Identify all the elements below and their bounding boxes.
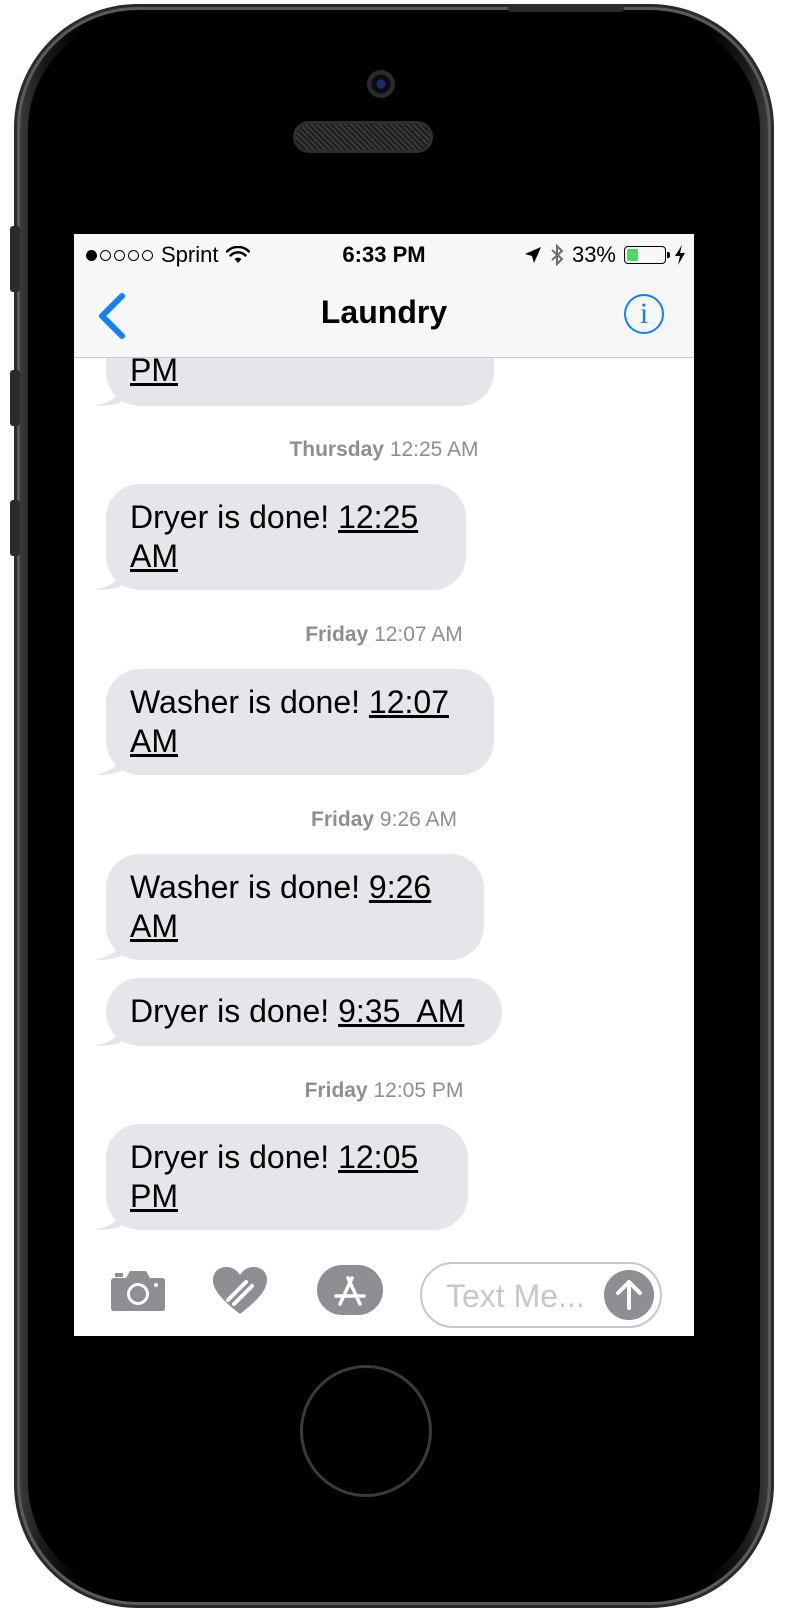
bubble-tail [94,749,124,775]
bubble-tail [94,1020,124,1046]
earpiece-speaker [296,124,430,150]
message-bubble[interactable]: Dryer is done! 9:35 AM [94,978,502,1046]
timestamp: Friday 12:07 AM [305,623,463,646]
bubble-tail [94,934,124,960]
bubble-tail [94,380,124,406]
message-time-link[interactable]: AM [130,538,178,574]
battery-level-fill [627,249,638,261]
front-camera [367,70,395,98]
conversation-title: Laundry [320,294,448,330]
message-input[interactable]: Text Me... [420,1262,662,1328]
mute-switch [10,226,20,292]
timestamp: Thursday 12:25 AM [289,438,479,461]
timestamp: Friday 9:26 AM [311,808,457,831]
app-store-icon[interactable] [316,1264,384,1316]
message-bubble[interactable]: Washer is done! 9:26 AM [94,854,484,960]
message-text: Washer is done! [130,869,369,905]
message-time-link[interactable]: 9:26 [369,869,431,905]
message-list[interactable]: PM Thursday 12:25 AM Dryer is done! 12:2… [74,358,694,1234]
message-bubble[interactable]: Dryer is done! 12:25 AM [94,484,466,590]
message-time-link[interactable]: 12:05 [338,1139,418,1175]
timestamp: Friday 12:05 PM [304,1079,464,1102]
message-text: Dryer is done! [130,1139,339,1175]
heart-hands-icon[interactable] [212,1266,268,1316]
info-icon[interactable]: i [624,294,664,334]
message-bubble[interactable]: Washer is done! 12:07 AM [94,669,494,775]
message-time-link[interactable]: 12:07 [369,684,449,720]
location-arrow-icon [524,247,541,263]
battery-icon [624,246,670,264]
message-time-link[interactable]: 12:25 [338,499,418,535]
message-time-link[interactable]: AM [130,723,178,759]
status-bar: Sprint 6:33 PM 33% [74,234,694,274]
camera-icon[interactable] [110,1268,166,1312]
bubble-tail [94,1204,124,1230]
input-bar: Text Me... [74,1238,694,1336]
status-right: 33% [524,242,686,268]
battery-percent: 33% [571,242,616,267]
message-text: Washer is done! [130,684,369,720]
message-input-placeholder: Text Me... [446,1278,585,1314]
message-text: PM [130,358,178,390]
message-time-link[interactable]: AM [130,908,178,944]
send-arrow-up-icon[interactable] [604,1270,654,1320]
message-bubble[interactable]: Dryer is done! 12:05 PM [94,1124,468,1230]
charging-bolt-icon [675,245,685,265]
message-text: Dryer is done! [130,993,339,1029]
message-time-link[interactable]: PM [130,1178,178,1214]
message-bubble-partial[interactable]: PM [94,358,494,406]
volume-up-button [10,370,20,426]
bluetooth-icon [551,244,564,266]
home-button[interactable] [300,1365,432,1497]
message-time-link[interactable]: 9:35 AM [338,993,464,1029]
nav-bar: Laundry i [74,274,694,358]
info-glyph: i [639,297,649,330]
bubble-tail [94,564,124,590]
screen: Sprint 6:33 PM 33% Laundry i PM Thursday… [74,234,694,1336]
volume-down-button [10,500,20,556]
power-button [508,4,624,12]
message-time-link[interactable]: PM [130,358,178,388]
message-text: Dryer is done! [130,499,339,535]
